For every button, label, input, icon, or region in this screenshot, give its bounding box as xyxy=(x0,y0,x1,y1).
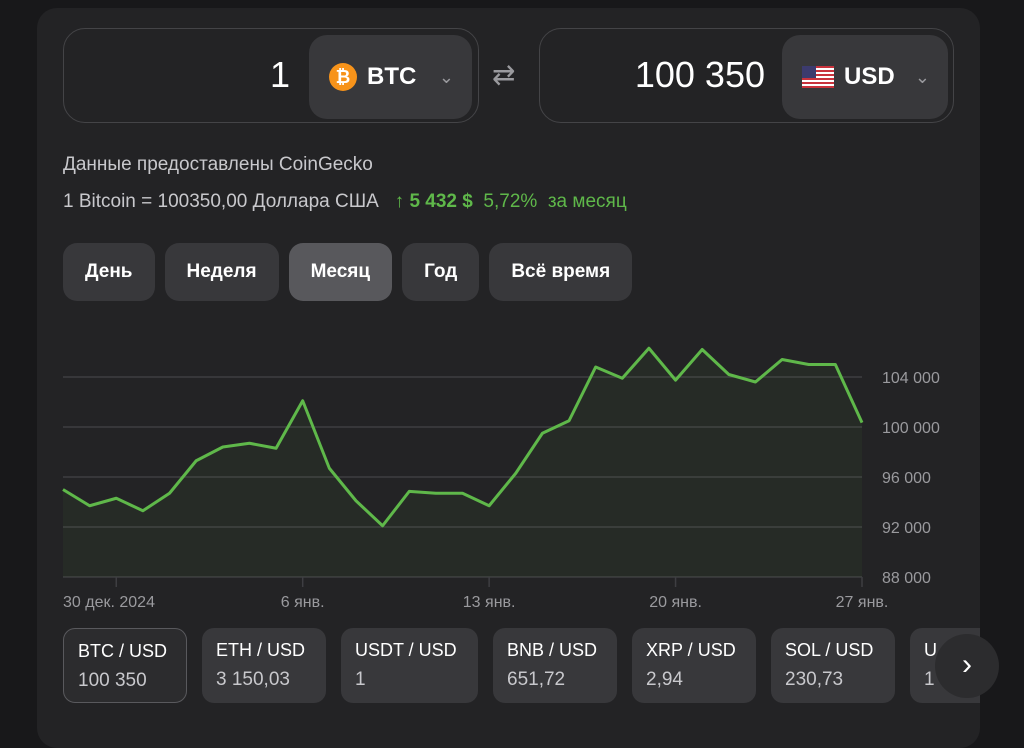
tab-week[interactable]: Неделя xyxy=(165,243,279,301)
chevron-down-icon: ⌄ xyxy=(915,67,930,88)
tab-all-time[interactable]: Всё время xyxy=(489,243,632,301)
pair-price: 100 350 xyxy=(78,670,172,692)
pair-price: 1 xyxy=(355,669,464,691)
converter-panel: 1 ₿ BTC ⌄ ⇄ 100 350 USD ⌄ Данные предост… xyxy=(37,8,980,748)
change-absolute: 5 432 $ xyxy=(409,191,472,213)
area-fill xyxy=(63,348,862,577)
from-currency-select[interactable]: ₿ BTC ⌄ xyxy=(309,35,472,119)
pair-price: 651,72 xyxy=(507,669,603,691)
to-currency-select[interactable]: USD ⌄ xyxy=(782,35,948,119)
tab-month[interactable]: Месяц xyxy=(289,243,392,301)
y-tick-label: 100 000 xyxy=(882,420,940,437)
from-field[interactable]: 1 ₿ BTC ⌄ xyxy=(63,28,479,123)
x-tick-label: 6 янв. xyxy=(281,594,325,611)
us-flag-icon xyxy=(802,66,834,88)
pair-card-sol[interactable]: SOL / USD 230,73 xyxy=(771,628,895,703)
y-tick-label: 96 000 xyxy=(882,470,931,487)
x-tick-label: 20 янв. xyxy=(649,594,702,611)
x-tick-label: 27 янв. xyxy=(836,594,889,611)
pair-card-bnb[interactable]: BNB / USD 651,72 xyxy=(493,628,617,703)
swap-arrows-icon[interactable]: ⇄ xyxy=(492,58,515,91)
pair-price: 3 150,03 xyxy=(216,669,312,691)
pair-name: BTC / USD xyxy=(78,641,172,662)
from-amount-input[interactable]: 1 xyxy=(64,29,290,121)
pair-cards: BTC / USD 100 350 ETH / USD 3 150,03 USDT … xyxy=(63,628,980,703)
rate-text: 1 Bitcoin = 100350,00 Доллара США xyxy=(63,191,379,213)
tab-day[interactable]: День xyxy=(63,243,155,301)
pair-price: 2,94 xyxy=(646,669,742,691)
tab-year[interactable]: Год xyxy=(402,243,479,301)
y-tick-label: 88 000 xyxy=(882,570,931,587)
arrow-up-icon: ↑ xyxy=(395,191,405,213)
pair-card-btc[interactable]: BTC / USD 100 350 xyxy=(63,628,187,703)
chevron-right-icon[interactable]: › xyxy=(935,634,999,698)
data-source-text: Данные предоставлены CoinGecko xyxy=(63,154,373,176)
pair-name: SOL / USD xyxy=(785,640,881,661)
pair-card-eth[interactable]: ETH / USD 3 150,03 xyxy=(202,628,326,703)
pair-name: USDT / USD xyxy=(355,640,464,661)
to-amount-input[interactable]: 100 350 xyxy=(540,29,765,121)
chevron-down-icon: ⌄ xyxy=(439,67,454,88)
change-percent: 5,72% xyxy=(483,191,537,213)
period-tabs: День Неделя Месяц Год Всё время xyxy=(63,243,632,301)
bitcoin-icon: ₿ xyxy=(329,63,357,91)
to-currency-label: USD xyxy=(844,63,895,91)
pair-card-usdt[interactable]: USDT / USD 1 xyxy=(341,628,478,703)
from-currency-label: BTC xyxy=(367,63,416,91)
rate-line: 1 Bitcoin = 100350,00 Доллара США ↑ 5 43… xyxy=(63,191,627,213)
y-tick-label: 92 000 xyxy=(882,520,931,537)
price-chart[interactable]: 88 000 92 000 96 000 100 000 104 000 30 дек. … xyxy=(37,318,980,618)
pair-name: BNB / USD xyxy=(507,640,603,661)
pair-name: XRP / USD xyxy=(646,640,742,661)
x-tick-label: 30 дек. 2024 xyxy=(63,594,155,611)
pair-name: ETH / USD xyxy=(216,640,312,661)
y-tick-label: 104 000 xyxy=(882,370,940,387)
pair-card-xrp[interactable]: XRP / USD 2,94 xyxy=(632,628,756,703)
change-period: за месяц xyxy=(548,191,627,213)
x-tick-label: 13 янв. xyxy=(463,594,516,611)
pair-price: 230,73 xyxy=(785,669,881,691)
to-field[interactable]: 100 350 USD ⌄ xyxy=(539,28,954,123)
